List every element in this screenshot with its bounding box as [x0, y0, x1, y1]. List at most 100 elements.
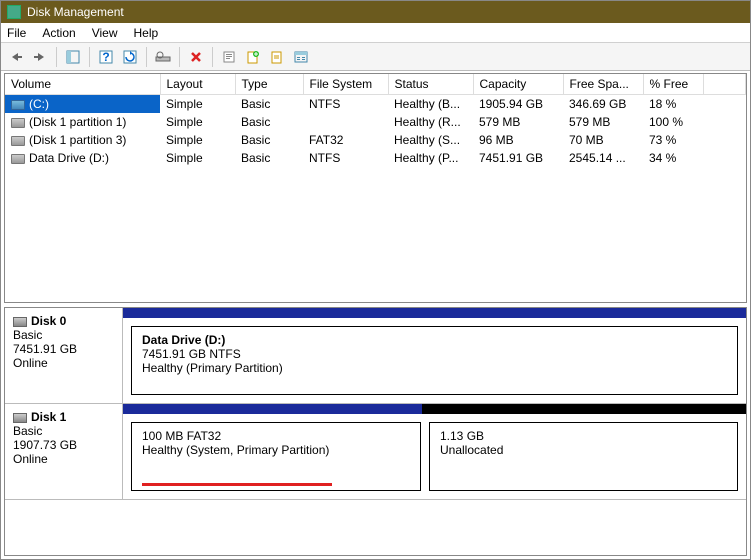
table-row[interactable]: (Disk 1 partition 3)SimpleBasicFAT32Heal…: [5, 131, 746, 149]
separator: [56, 47, 57, 67]
cell-status: Healthy (S...: [388, 131, 473, 149]
help-button[interactable]: ?: [95, 46, 117, 68]
menu-help[interactable]: Help: [134, 26, 159, 40]
svg-text:?: ?: [102, 50, 109, 64]
cell-type: Basic: [235, 113, 303, 131]
forward-button[interactable]: [29, 46, 51, 68]
cell-layout: Simple: [160, 113, 235, 131]
window-title: Disk Management: [27, 5, 124, 19]
properties-button[interactable]: [218, 46, 240, 68]
main-content: Volume Layout Type File System Status Ca…: [1, 71, 750, 559]
disk-bar: [123, 404, 746, 414]
disk-icon: [13, 413, 27, 423]
volume-name: (Disk 1 partition 1): [29, 115, 126, 129]
volume-icon: [11, 136, 25, 146]
cell-fs: NTFS: [303, 149, 388, 167]
cell-pct: 34 %: [643, 149, 703, 167]
disk-state: Online: [13, 356, 114, 370]
col-filesystem[interactable]: File System: [303, 74, 388, 95]
disk-row: Disk 0Basic7451.91 GBOnlineData Drive (D…: [5, 308, 746, 404]
partition-box[interactable]: 100 MB FAT32Healthy (System, Primary Par…: [131, 422, 421, 491]
disk-graphical-view[interactable]: Disk 0Basic7451.91 GBOnlineData Drive (D…: [4, 307, 747, 556]
disk-type: Basic: [13, 424, 114, 438]
menubar: File Action View Help: [1, 23, 750, 43]
settings-button[interactable]: [266, 46, 288, 68]
rescan-button[interactable]: [152, 46, 174, 68]
table-row[interactable]: (Disk 1 partition 1) SimpleBasic Healthy (…: [5, 113, 746, 131]
disk-state: Online: [13, 452, 114, 466]
cell-free: 2545.14 ...: [563, 149, 643, 167]
cell-type: Basic: [235, 95, 303, 114]
partition-info: 7451.91 GB NTFS: [142, 347, 727, 361]
separator: [212, 47, 213, 67]
volume-table: Volume Layout Type File System Status Ca…: [5, 74, 746, 167]
view-button[interactable]: [290, 46, 312, 68]
cell-free: 70 MB: [563, 131, 643, 149]
new-button[interactable]: [242, 46, 264, 68]
partition-status: Healthy (Primary Partition): [142, 361, 727, 375]
col-pctfree[interactable]: % Free: [643, 74, 703, 95]
menu-action[interactable]: Action: [42, 26, 75, 40]
disk-bar: [123, 308, 746, 318]
col-volume[interactable]: Volume: [5, 74, 160, 95]
cell-layout: Simple: [160, 131, 235, 149]
cell-pct: 18 %: [643, 95, 703, 114]
cell-layout: Simple: [160, 149, 235, 167]
disk-size: 1907.73 GB: [13, 438, 114, 452]
titlebar: Disk Management: [1, 1, 750, 23]
delete-button[interactable]: [185, 46, 207, 68]
highlight-underline: [142, 483, 332, 486]
cell-layout: Simple: [160, 95, 235, 114]
partition-status: Unallocated: [440, 443, 727, 457]
separator: [179, 47, 180, 67]
cell-fs: [303, 113, 388, 131]
col-spacer: [703, 74, 746, 95]
col-free[interactable]: Free Spa...: [563, 74, 643, 95]
refresh-button[interactable]: [119, 46, 141, 68]
disk-header[interactable]: Disk 1Basic1907.73 GBOnline: [5, 404, 123, 499]
volume-list[interactable]: Volume Layout Type File System Status Ca…: [4, 73, 747, 303]
cell-capacity: 96 MB: [473, 131, 563, 149]
back-button[interactable]: [5, 46, 27, 68]
cell-fs: NTFS: [303, 95, 388, 114]
col-status[interactable]: Status: [388, 74, 473, 95]
col-type[interactable]: Type: [235, 74, 303, 95]
cell-capacity: 579 MB: [473, 113, 563, 131]
volume-name: (Disk 1 partition 3): [29, 133, 126, 147]
volume-icon: [11, 154, 25, 164]
column-headers[interactable]: Volume Layout Type File System Status Ca…: [5, 74, 746, 95]
separator: [146, 47, 147, 67]
disk-name: Disk 1: [31, 410, 66, 424]
menu-file[interactable]: File: [7, 26, 26, 40]
partition-name: Data Drive (D:): [142, 333, 727, 347]
table-row[interactable]: (C:)SimpleBasicNTFSHealthy (B...1905.94 …: [5, 95, 746, 114]
show-hide-tree-button[interactable]: [62, 46, 84, 68]
cell-capacity: 1905.94 GB: [473, 95, 563, 114]
cell-status: Healthy (B...: [388, 95, 473, 114]
disk-name: Disk 0: [31, 314, 66, 328]
cell-status: Healthy (P...: [388, 149, 473, 167]
partition-box[interactable]: Data Drive (D:)7451.91 GB NTFSHealthy (P…: [131, 326, 738, 395]
volume-name: Data Drive (D:): [29, 151, 109, 165]
disk-type: Basic: [13, 328, 114, 342]
cell-pct: 100 %: [643, 113, 703, 131]
cell-capacity: 7451.91 GB: [473, 149, 563, 167]
disk-icon: [13, 317, 27, 327]
col-capacity[interactable]: Capacity: [473, 74, 563, 95]
col-layout[interactable]: Layout: [160, 74, 235, 95]
partition-info: 100 MB FAT32: [142, 429, 410, 443]
cell-free: 346.69 GB: [563, 95, 643, 114]
separator: [89, 47, 90, 67]
disk-header[interactable]: Disk 0Basic7451.91 GBOnline: [5, 308, 123, 403]
partition-info: 1.13 GB: [440, 429, 727, 443]
cell-status: Healthy (R...: [388, 113, 473, 131]
table-row[interactable]: Data Drive (D:) SimpleBasicNTFSHealthy (P…: [5, 149, 746, 167]
partition-box[interactable]: 1.13 GBUnallocated: [429, 422, 738, 491]
menu-view[interactable]: View: [92, 26, 118, 40]
cell-fs: FAT32: [303, 131, 388, 149]
disk-row: Disk 1Basic1907.73 GBOnline100 MB FAT32H…: [5, 404, 746, 500]
volume-icon: [11, 100, 25, 110]
cell-free: 579 MB: [563, 113, 643, 131]
cell-pct: 73 %: [643, 131, 703, 149]
cell-type: Basic: [235, 149, 303, 167]
